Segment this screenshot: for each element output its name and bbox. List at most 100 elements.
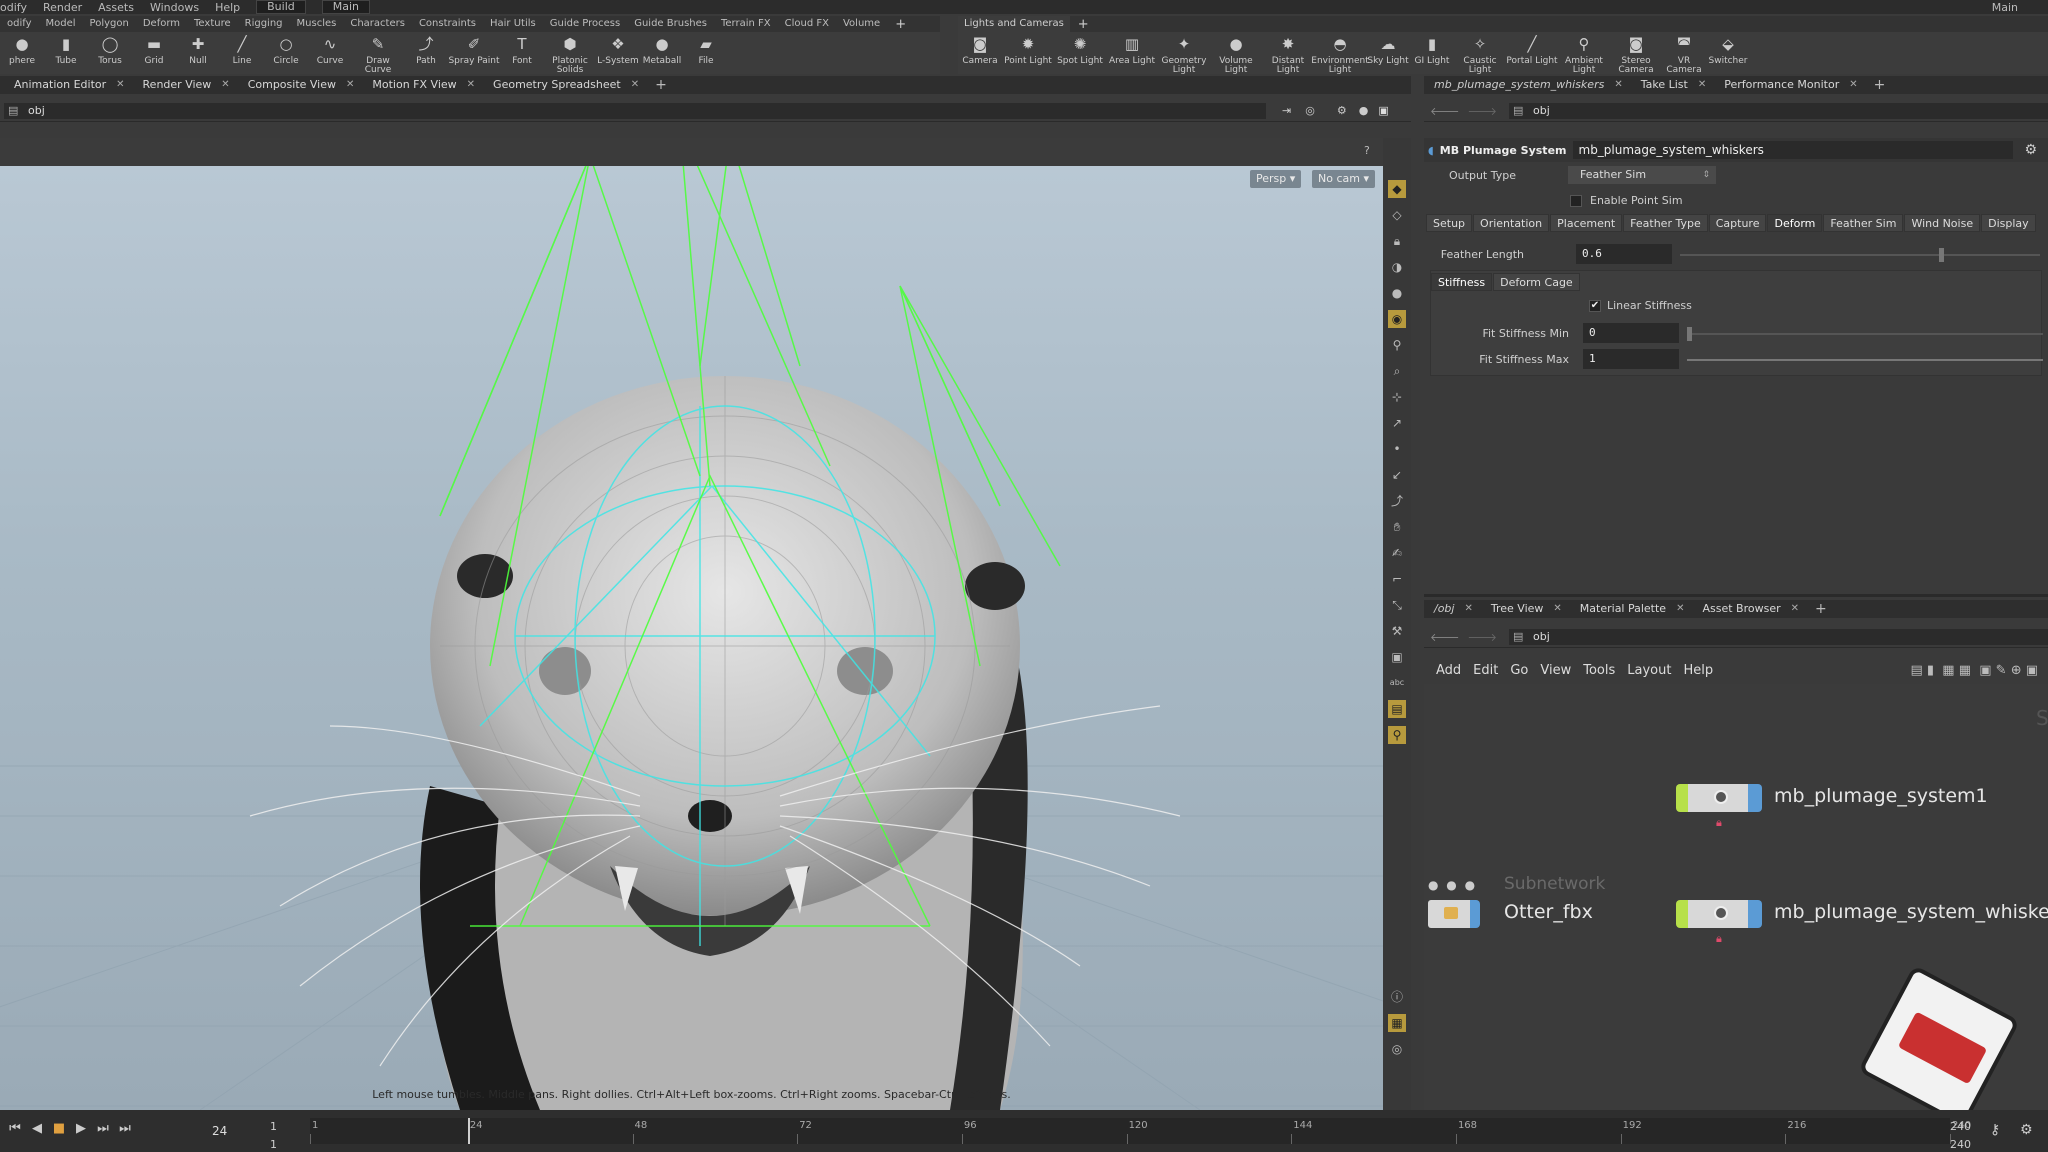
shelf-tool-shelf_left-0[interactable]: ● phere bbox=[0, 32, 44, 74]
persp-dropdown[interactable]: Persp ▾ bbox=[1250, 170, 1302, 188]
stop-icon[interactable]: ■ bbox=[48, 1121, 70, 1136]
close-icon[interactable]: ✕ bbox=[1614, 76, 1622, 94]
shelf-tool-shelf_right-3[interactable]: ▥ Area Light bbox=[1106, 32, 1158, 74]
menu-help[interactable]: Help bbox=[1683, 663, 1713, 678]
shelf-tab-3[interactable]: Deform bbox=[136, 16, 187, 32]
subtab-stiffness[interactable]: Stiffness bbox=[1431, 273, 1493, 291]
tab-feather-sim[interactable]: Feather Sim bbox=[1823, 214, 1904, 232]
ghost-icon[interactable]: ◑ bbox=[1388, 258, 1406, 276]
menu-view[interactable]: View bbox=[1540, 663, 1571, 678]
cube-icon[interactable]: ▣ bbox=[1388, 648, 1406, 666]
tab-wind-noise[interactable]: Wind Noise bbox=[1904, 214, 1981, 232]
pane-divider[interactable] bbox=[1424, 594, 2048, 597]
shelf-tab-6[interactable]: Muscles bbox=[290, 16, 344, 32]
shelf-tool-shelf_right-7[interactable]: ◓ Environment Light bbox=[1311, 32, 1368, 75]
fit-max-field[interactable]: 1 bbox=[1583, 349, 1679, 369]
link-icon[interactable]: ◎ bbox=[1305, 104, 1315, 117]
linear-stiffness-checkbox[interactable]: ✔ bbox=[1589, 300, 1601, 312]
close-icon[interactable]: ✕ bbox=[467, 76, 475, 94]
menu-edit[interactable]: Edit bbox=[1473, 663, 1498, 678]
shelf-tool-shelf_left-1[interactable]: ▮ Tube bbox=[44, 32, 88, 74]
render-icon[interactable]: ▤ bbox=[1388, 700, 1406, 718]
menu-go[interactable]: Go bbox=[1510, 663, 1528, 678]
forward-arrow-icon[interactable]: 🡒 bbox=[1468, 630, 1498, 644]
abc-icon[interactable]: abc bbox=[1388, 674, 1406, 692]
shelf-tool-shelf_left-6[interactable]: ○ Circle bbox=[264, 32, 308, 74]
output-type-menu[interactable]: Feather Sim ⇕ bbox=[1568, 166, 1716, 184]
menu-tools[interactable]: Tools bbox=[1583, 663, 1615, 678]
shelf-tab-lights-cameras[interactable]: Lights and Cameras bbox=[958, 16, 1070, 32]
playhead[interactable] bbox=[467, 1118, 470, 1144]
tab-take-list[interactable]: Take List ✕ bbox=[1631, 76, 1715, 94]
node-flag-display[interactable] bbox=[1676, 784, 1688, 812]
shelf-tab-7[interactable]: Characters bbox=[343, 16, 412, 32]
tab-node-params[interactable]: mb_plumage_system_whiskers ✕ bbox=[1424, 76, 1631, 94]
tab-setup[interactable]: Setup bbox=[1426, 214, 1473, 232]
shelf-tool-shelf_right-15[interactable]: ⬙ Switcher bbox=[1706, 32, 1750, 74]
shelf-tab-0[interactable]: odify bbox=[0, 16, 39, 32]
lock-icon[interactable]: 🔒︎ bbox=[1388, 232, 1406, 250]
feather-length-slider[interactable] bbox=[1680, 248, 2040, 262]
network-view-icons[interactable]: ▤ ▮ ▦ ▦ ▣ ✎ ⊕ ▣ bbox=[1910, 663, 2038, 678]
shelf-tool-shelf_right-4[interactable]: ✦ Geometry Light bbox=[1158, 32, 1210, 75]
play-icon[interactable]: ▶ bbox=[70, 1121, 92, 1136]
close-icon[interactable]: ✕ bbox=[221, 76, 229, 94]
node-flag-display[interactable] bbox=[1676, 900, 1688, 928]
node-otter-fbx[interactable]: ● ● ● Subnetwork Otter_fbx bbox=[1424, 874, 1605, 928]
tab-feather-type[interactable]: Feather Type bbox=[1623, 214, 1708, 232]
slider-handle[interactable] bbox=[1687, 327, 1692, 341]
view-tool-icon[interactable]: ◆ bbox=[1388, 180, 1406, 198]
shelf-tab-13[interactable]: Cloud FX bbox=[778, 16, 836, 32]
tab-asset-browser[interactable]: Asset Browser ✕ bbox=[1692, 600, 1807, 618]
back-arrow-icon[interactable]: 🡐 bbox=[1430, 104, 1460, 118]
tab-display[interactable]: Display bbox=[1981, 214, 2036, 232]
shelf-tab-12[interactable]: Terrain FX bbox=[714, 16, 778, 32]
tab-placement[interactable]: Placement bbox=[1550, 214, 1623, 232]
close-icon[interactable]: ✕ bbox=[1791, 600, 1799, 618]
close-icon[interactable]: ✕ bbox=[1464, 600, 1472, 618]
display-options-icon[interactable]: ⚙ bbox=[1337, 104, 1347, 117]
shelf-tool-shelf_right-13[interactable]: ◙ Stereo Camera bbox=[1610, 32, 1662, 75]
shelf-tool-shelf_left-8[interactable]: ✎ Draw Curve bbox=[352, 32, 404, 75]
shelf-tab-10[interactable]: Guide Process bbox=[543, 16, 627, 32]
left-path-field[interactable]: ▤ obj bbox=[4, 102, 1266, 119]
fit-min-field[interactable]: 0 bbox=[1583, 323, 1679, 343]
jump-start-icon[interactable]: ⏮ bbox=[4, 1121, 26, 1136]
camera-pin-icon[interactable]: ⚲ bbox=[1388, 726, 1406, 744]
shelf-tab-8[interactable]: Constraints bbox=[412, 16, 483, 32]
settings-icon[interactable]: ⚙ bbox=[2020, 1122, 2033, 1138]
timeline-track[interactable]: 1 24 48 72 96 120 144 168 192 216 240 bbox=[310, 1118, 1971, 1144]
key-icon[interactable]: ⚷ bbox=[1990, 1122, 2000, 1138]
shelf-tab-2[interactable]: Polygon bbox=[83, 16, 136, 32]
add-shelf-tab-icon[interactable]: + bbox=[887, 17, 914, 32]
tab-obj[interactable]: /obj ✕ bbox=[1424, 600, 1481, 618]
prim-icon[interactable]: ⤴ bbox=[1388, 492, 1406, 510]
tab-performance-monitor[interactable]: Performance Monitor ✕ bbox=[1714, 76, 1865, 94]
close-icon[interactable]: ✕ bbox=[1676, 600, 1684, 618]
viewport-help-icon[interactable]: ? bbox=[1364, 144, 1370, 157]
add-tab-icon[interactable]: + bbox=[1807, 601, 1835, 617]
shelf-tool-shelf_right-8[interactable]: ☁ Sky Light bbox=[1366, 32, 1410, 74]
tab-tree-view[interactable]: Tree View ✕ bbox=[1481, 600, 1570, 618]
network-editor[interactable]: S mb_plumage_system1 🔒︎ mb_plumage_syste… bbox=[1424, 684, 2048, 1110]
fit-max-slider[interactable] bbox=[1687, 359, 2043, 361]
paint-icon[interactable]: ✋︎ bbox=[1388, 518, 1406, 536]
menu-modify[interactable]: odify bbox=[0, 1, 27, 14]
shelf-tab-14[interactable]: Volume bbox=[836, 16, 887, 32]
shelf-tab-1[interactable]: Model bbox=[39, 16, 83, 32]
main-selector[interactable]: Main bbox=[321, 0, 371, 14]
close-icon[interactable]: ✕ bbox=[346, 76, 354, 94]
select-tool-icon[interactable]: ◇ bbox=[1388, 206, 1406, 224]
add-tab-icon[interactable]: + bbox=[1866, 77, 1894, 93]
snap-icon[interactable]: ● bbox=[1359, 104, 1369, 117]
tab-animation-editor[interactable]: Animation Editor ✕ bbox=[0, 76, 133, 94]
close-icon[interactable]: ✕ bbox=[116, 76, 124, 94]
transform-icon[interactable]: ⤡ bbox=[1388, 596, 1406, 614]
shelf-tool-shelf_left-13[interactable]: ❖ L-System bbox=[596, 32, 640, 74]
scene-viewport[interactable]: Persp ▾ No cam ▾ bbox=[0, 166, 1383, 1110]
shelf-tool-shelf_right-1[interactable]: ✹ Point Light bbox=[1002, 32, 1054, 74]
shading-icon[interactable]: ● bbox=[1388, 284, 1406, 302]
jump-end-icon[interactable]: ⏭ bbox=[114, 1121, 136, 1136]
shelf-tool-shelf_left-11[interactable]: T Font bbox=[500, 32, 544, 74]
param-path-field[interactable]: ▤ obj bbox=[1509, 102, 2048, 119]
